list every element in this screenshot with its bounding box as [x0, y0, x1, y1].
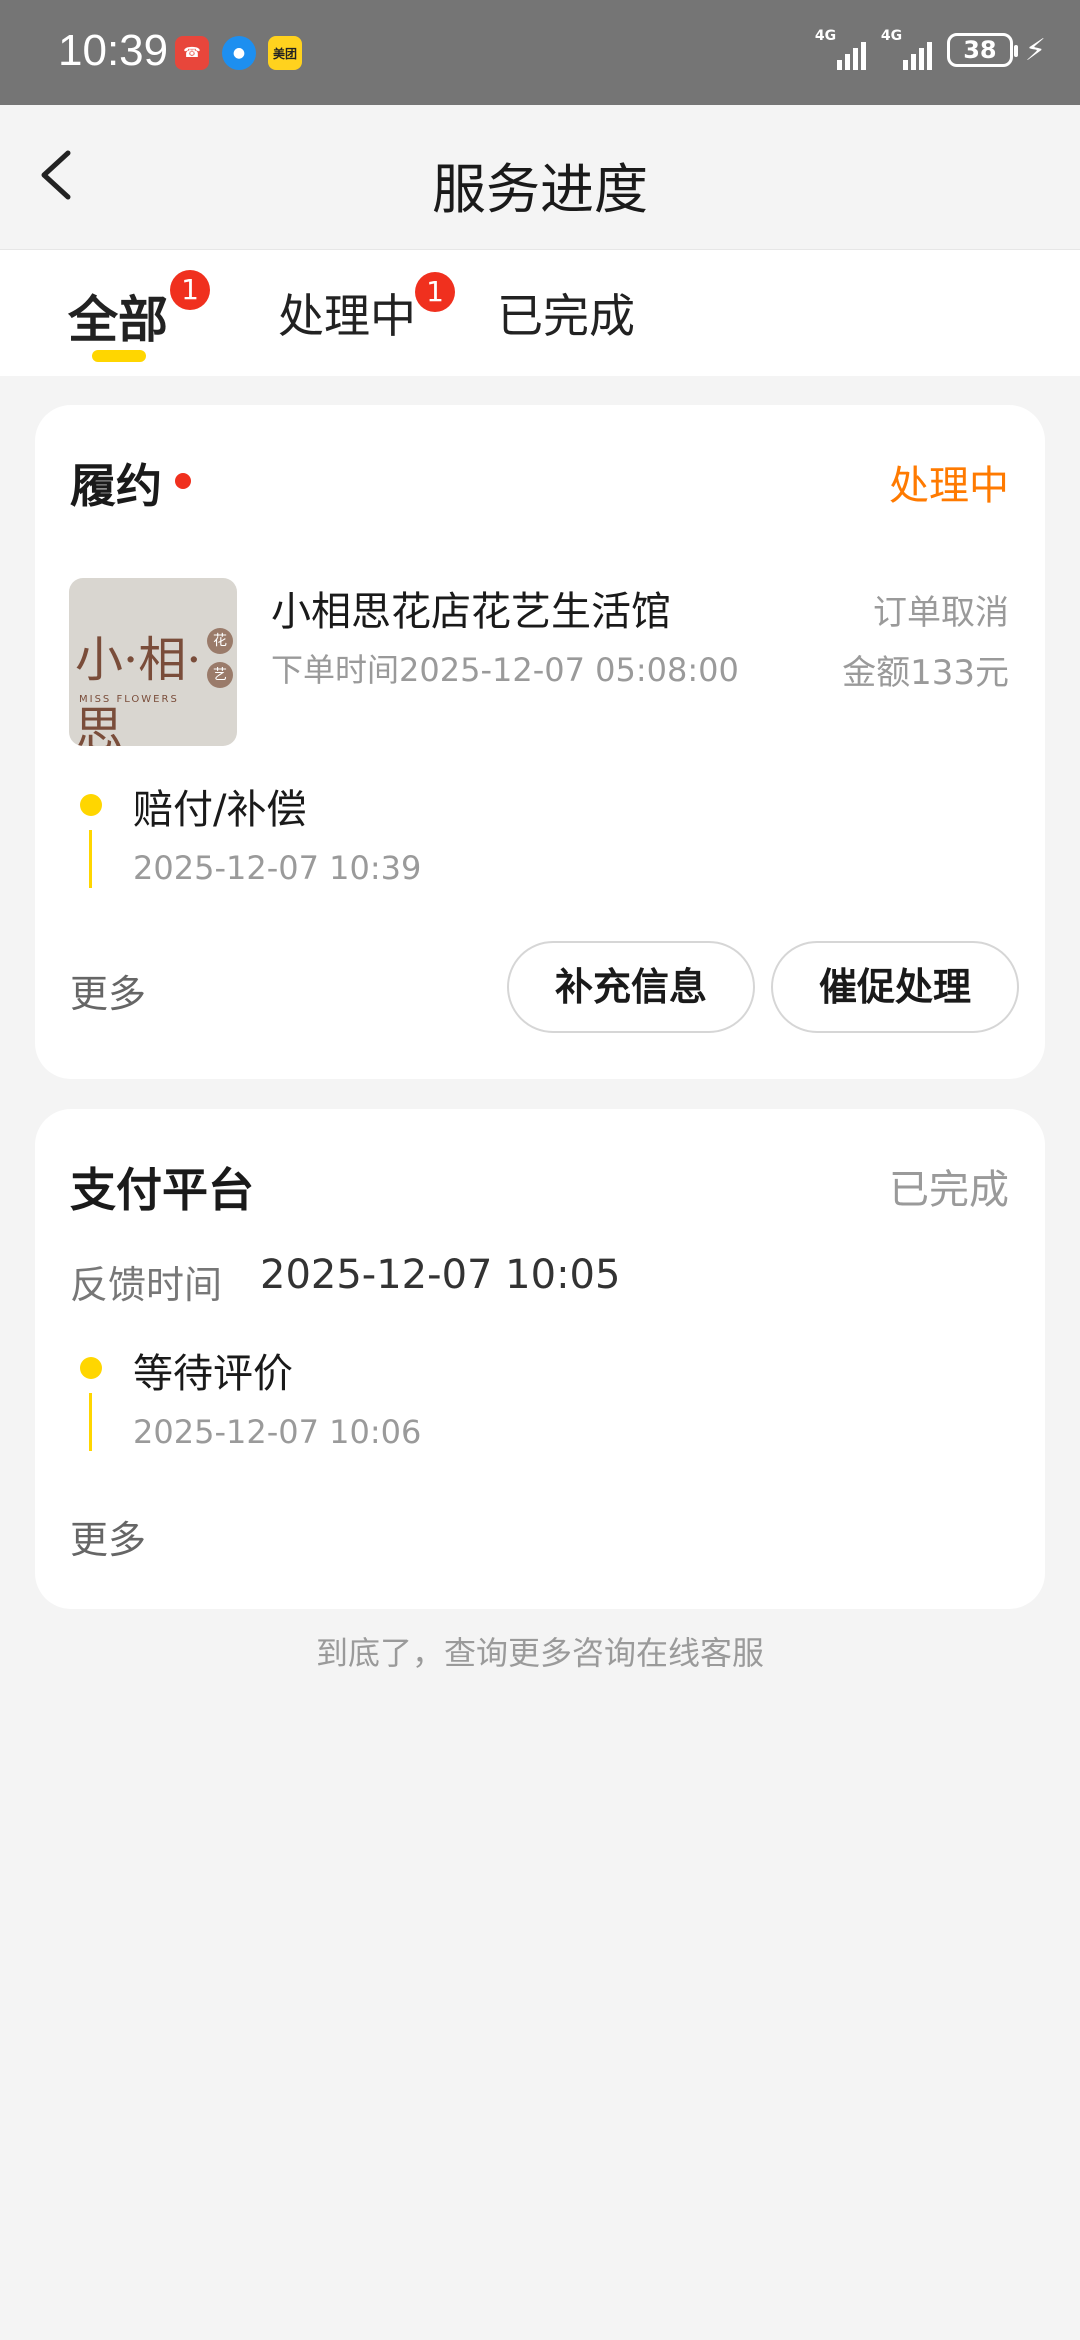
service-card-fulfillment[interactable]: 履约 处理中 小·相·思 花 艺 MISS FLOWERS 小相思花店花艺生活馆…	[35, 405, 1045, 1079]
feedback-time: 2025-12-07 10:05	[260, 1252, 621, 1298]
timeline-title: 赔付/补偿	[133, 787, 307, 833]
shop-name: 小相思花店花艺生活馆	[271, 589, 671, 635]
timeline-time: 2025-12-07 10:06	[133, 1413, 422, 1451]
timeline-title: 等待评价	[133, 1351, 293, 1397]
timeline-dot	[80, 1357, 102, 1379]
timeline-dot	[80, 794, 102, 816]
tab-bar: 全部 1 处理中 1 已完成	[0, 250, 1080, 376]
status-time: 10:39	[58, 26, 169, 75]
status-bar: 10:39 ☎ ● 美团 4G 4G 38 ⚡	[0, 0, 1080, 105]
tab-processing[interactable]: 处理中	[278, 280, 416, 346]
unread-dot	[175, 473, 191, 489]
signal-icon: 4G	[815, 28, 869, 72]
page-title: 服务进度	[432, 158, 648, 221]
order-time: 下单时间2025-12-07 05:08:00	[271, 651, 739, 689]
active-tab-indicator	[92, 350, 146, 362]
battery-icon: 38	[946, 33, 1018, 67]
card-title: 履约	[70, 459, 162, 513]
card-title: 支付平台	[70, 1163, 254, 1217]
order-state: 订单取消	[873, 593, 1009, 633]
tab-all[interactable]: 全部	[68, 280, 168, 352]
card-status: 处理中	[889, 463, 1009, 509]
tab-completed[interactable]: 已完成	[497, 280, 635, 346]
shop-thumbnail: 小·相·思 花 艺 MISS FLOWERS	[69, 578, 237, 746]
tab-processing-badge: 1	[415, 272, 455, 312]
end-of-list-note: 到底了，查询更多咨询在线客服	[315, 1634, 764, 1672]
more-link[interactable]: 更多	[70, 1509, 146, 1564]
urge-processing-button[interactable]: 催促处理	[771, 941, 1019, 1033]
missed-call-icon: ☎	[175, 36, 209, 70]
feedback-label: 反馈时间	[70, 1263, 223, 1307]
timeline-line	[89, 1393, 92, 1451]
service-card-payment[interactable]: 支付平台 已完成 反馈时间 2025-12-07 10:05 等待评价 2025…	[35, 1109, 1045, 1609]
timeline-line	[89, 830, 92, 888]
nav-header: 服务进度	[0, 105, 1080, 250]
tab-all-badge: 1	[170, 270, 210, 310]
charging-icon: ⚡	[1024, 32, 1046, 68]
message-icon: ●	[222, 36, 256, 70]
card-status: 已完成	[889, 1167, 1009, 1213]
signal-icon-2: 4G	[881, 28, 935, 72]
more-link[interactable]: 更多	[70, 963, 146, 1018]
meituan-app-icon: 美团	[268, 36, 302, 70]
supplement-info-button[interactable]: 补充信息	[507, 941, 755, 1033]
timeline-time: 2025-12-07 10:39	[133, 849, 422, 887]
order-amount: 金额133元	[842, 653, 1009, 693]
